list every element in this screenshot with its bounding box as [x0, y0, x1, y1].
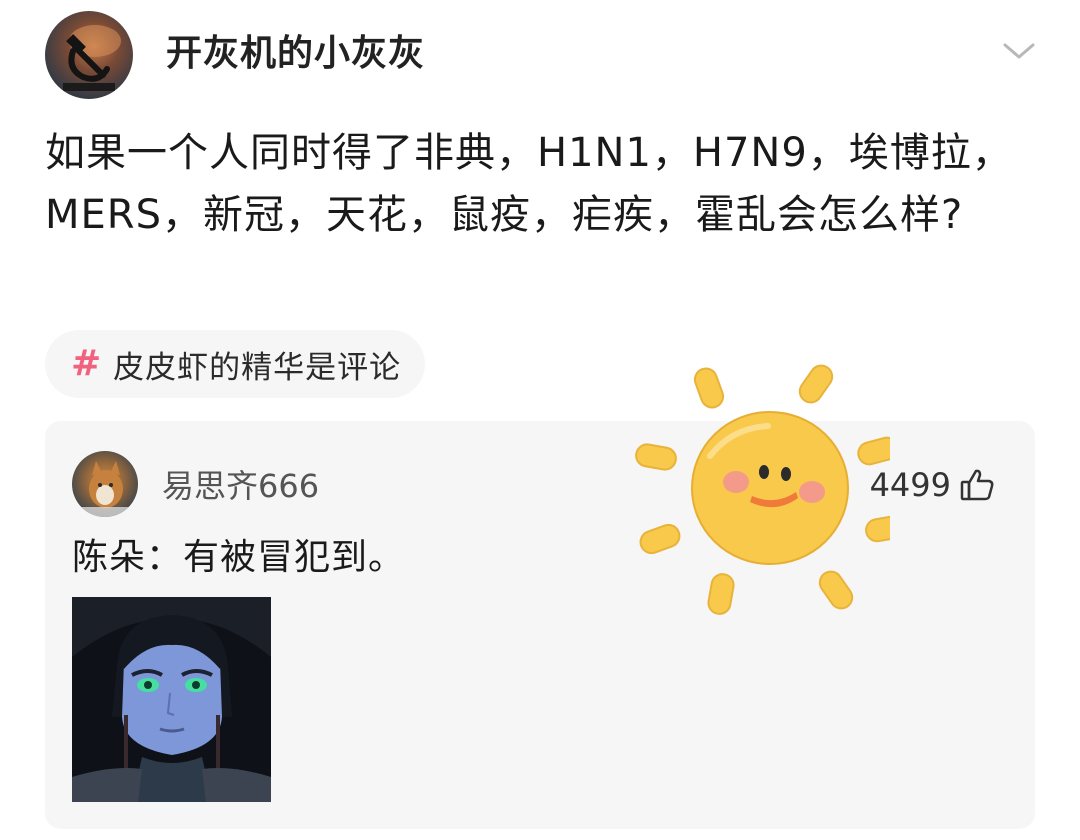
commenter-avatar[interactable] — [72, 451, 138, 517]
comment-image[interactable] — [72, 597, 271, 802]
sun-sticker — [630, 360, 903, 620]
cat-photo-icon — [72, 461, 138, 517]
chevron-down-icon[interactable] — [1000, 38, 1038, 64]
anime-character-picture — [72, 597, 271, 802]
thumbs-up-icon — [960, 469, 994, 501]
topic-tag[interactable]: # 皮皮虾的精华是评论 — [45, 330, 426, 398]
comment-text: 陈朵：有被冒犯到。 — [72, 537, 406, 578]
post-title[interactable]: 如果一个人同时得了非典，H1N1，H7N9，埃博拉，MERS，新冠，天花，鼠疫，… — [45, 122, 1040, 246]
topic-tag-label: 皮皮虾的精华是评论 — [113, 349, 402, 386]
author-name[interactable]: 开灰机的小灰灰 — [166, 30, 425, 78]
hammer-sickle-emblem-icon — [63, 25, 121, 91]
author-avatar[interactable] — [45, 11, 133, 99]
hashtag-icon: # — [71, 343, 102, 384]
commenter-name[interactable]: 易思齐666 — [162, 466, 319, 506]
